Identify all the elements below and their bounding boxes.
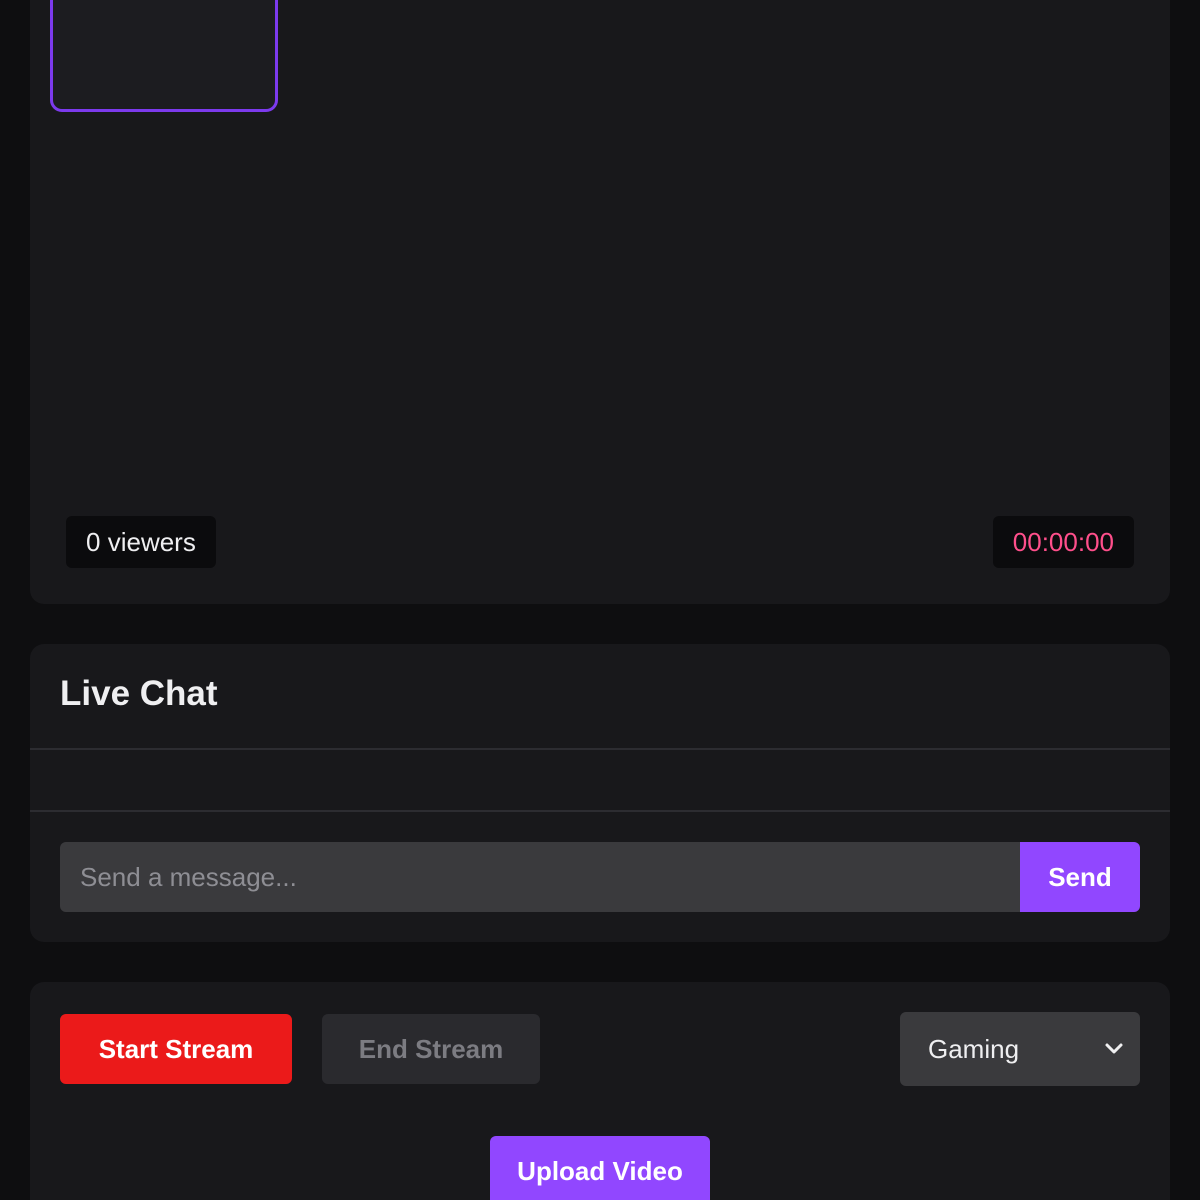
chat-message-input[interactable] <box>60 842 1020 912</box>
end-stream-button[interactable]: End Stream <box>322 1014 540 1084</box>
category-selected-value: Gaming <box>928 1033 1020 1064</box>
chat-message-list[interactable] <box>30 750 1170 810</box>
category-select[interactable]: Gaming <box>900 1012 1140 1086</box>
stream-timer: 00:00:00 <box>992 516 1134 568</box>
chevron-down-icon <box>1105 1043 1123 1054</box>
live-chat-panel: Live Chat Send <box>30 644 1170 942</box>
chat-form: Send <box>60 842 1140 912</box>
video-preview-panel: 0 viewers 00:00:00 <box>30 0 1170 604</box>
camera-preview-thumbnail[interactable] <box>50 0 278 112</box>
stream-dashboard: 0 viewers 00:00:00 Live Chat Send Start … <box>0 0 1200 1200</box>
stream-controls-panel: Start Stream End Stream Gaming Upload Vi… <box>30 982 1170 1200</box>
stream-timer-value: 00:00:00 <box>1012 526 1114 557</box>
chat-title: Live Chat <box>60 674 218 713</box>
send-button[interactable]: Send <box>1020 842 1140 912</box>
viewer-count-badge: 0 viewers <box>66 516 216 568</box>
viewer-count: 0 <box>86 526 101 557</box>
viewer-label: viewers <box>107 526 196 557</box>
start-stream-button[interactable]: Start Stream <box>60 1014 292 1084</box>
upload-video-button[interactable]: Upload Video <box>490 1136 710 1200</box>
chat-footer-divider <box>30 810 1170 812</box>
